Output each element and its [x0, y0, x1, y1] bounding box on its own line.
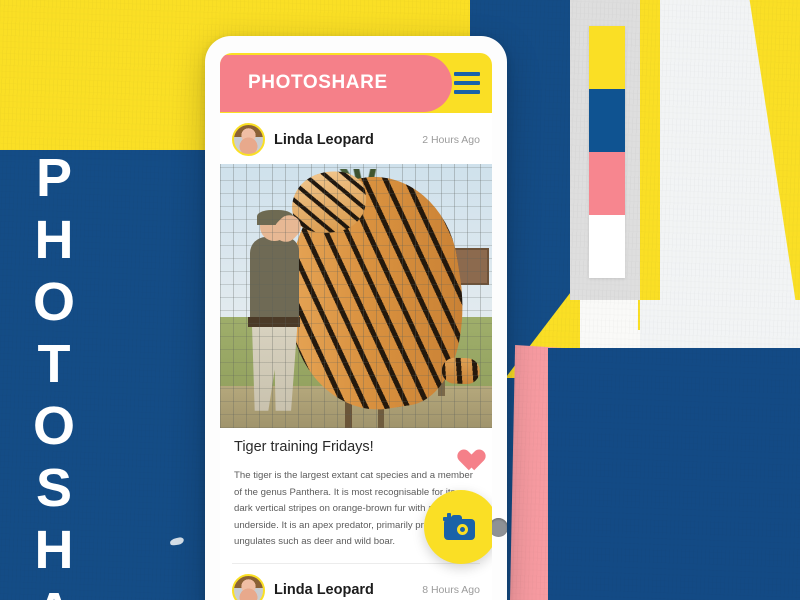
app-logo[interactable]: PHOTOSHARE: [220, 54, 452, 112]
app-bar: PHOTOSHARE: [220, 53, 492, 113]
heart-icon[interactable]: [453, 439, 478, 462]
bg-block-blue-bottom-right: [548, 348, 800, 600]
phone-mockup: PHOTOSHARE Linda Leopard 2 Hours Ago Tig…: [205, 36, 507, 600]
post-title: Tiger training Fridays!: [234, 439, 374, 455]
post-timestamp: 8 Hours Ago: [422, 584, 480, 596]
post-photo[interactable]: [220, 164, 492, 428]
post-header: Linda Leopard 8 Hours Ago: [220, 564, 492, 600]
swatch-yellow: [589, 26, 625, 89]
hamburger-icon[interactable]: [452, 72, 482, 94]
swatch-pink: [589, 152, 625, 215]
post-caption-row: Tiger training Fridays!: [220, 428, 492, 466]
app-logo-text: PHOTOSHARE: [248, 72, 388, 93]
hamburger-line: [454, 72, 480, 76]
photo-fence-mesh: [220, 164, 492, 428]
avatar[interactable]: [232, 573, 265, 600]
post-header: Linda Leopard 2 Hours Ago: [220, 113, 492, 164]
vertical-wordmark: PHOTOSHARE: [24, 148, 84, 600]
camera-plus-icon[interactable]: [424, 490, 492, 564]
swatch-white: [589, 215, 625, 278]
post-author: Linda Leopard: [274, 582, 374, 598]
color-palette-strip: [589, 26, 625, 278]
plus-icon: [443, 513, 455, 525]
camera-lens: [457, 524, 468, 535]
avatar[interactable]: [232, 123, 265, 156]
camera-glyph: [443, 513, 478, 540]
screenshot-stage: PHOTOSHARE PHOTOSHARE Linda Leopard 2 Ho…: [0, 0, 800, 600]
hamburger-line: [454, 81, 480, 85]
bg-block-white-right: [640, 300, 800, 355]
swatch-blue: [589, 89, 625, 152]
hamburger-line: [454, 90, 480, 94]
post-timestamp: 2 Hours Ago: [422, 133, 480, 146]
phone-screen: PHOTOSHARE Linda Leopard 2 Hours Ago Tig…: [220, 53, 492, 600]
post-author: Linda Leopard: [274, 131, 374, 148]
feed-post: Linda Leopard 8 Hours Ago: [220, 564, 492, 600]
